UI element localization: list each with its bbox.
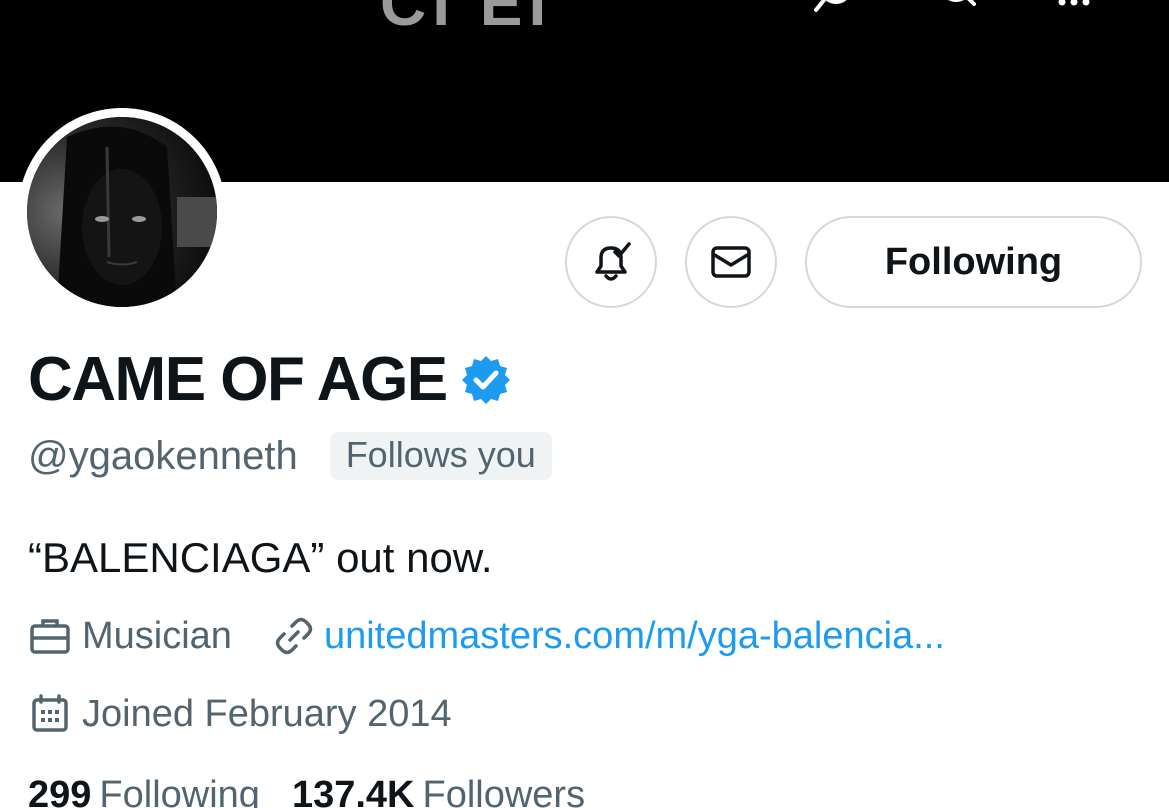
more-button[interactable] (1046, 0, 1102, 26)
search-button[interactable] (924, 0, 980, 26)
notifications-button[interactable] (565, 216, 657, 308)
followers-count: 137.4K (291, 774, 415, 808)
repost-button[interactable] (806, 0, 862, 26)
briefcase-icon (30, 619, 70, 654)
calendar-icon (32, 694, 68, 732)
verified-badge-icon[interactable] (461, 355, 511, 405)
following-count: 299 (28, 774, 92, 808)
website-link[interactable]: unitedmasters.com/m/yga-balencia... (324, 615, 945, 658)
avatar-photo (27, 117, 217, 307)
profile-page: CI EI Following CAME OF AGE @ygaokenneth… (0, 0, 1169, 808)
followers-stat[interactable]: 137.4K Followers (292, 774, 585, 808)
followers-stat-label: Followers (422, 774, 586, 808)
handle: @ygaokenneth (28, 433, 298, 478)
stats-row: 299 Following 137.4K Followers (28, 774, 585, 808)
more-icon (1058, 0, 1090, 6)
following-button[interactable]: Following (805, 216, 1142, 308)
arrow-left-icon (70, 0, 118, 24)
follows-you-badge: Follows you (329, 432, 552, 480)
category-item: Musician (28, 614, 232, 658)
handle-row: @ygaokenneth Follows you (28, 432, 552, 480)
joined-item: Joined February 2014 (28, 692, 452, 736)
following-stat[interactable]: 299 Following (28, 774, 260, 808)
back-button[interactable] (66, 0, 122, 26)
avatar[interactable] (27, 117, 217, 307)
profile-meta-row: Musician unitedmasters.com/m/yga-balenci… (28, 614, 945, 658)
following-stat-label: Following (99, 774, 260, 808)
bio: “BALENCIAGA” out now. (28, 534, 493, 581)
joined-row: Joined February 2014 (28, 692, 452, 736)
banner-text: CI EI (380, 0, 553, 39)
search-icon (948, 0, 976, 6)
name-row: CAME OF AGE (28, 344, 511, 415)
joined-label: Joined February 2014 (82, 692, 452, 735)
website-item[interactable]: unitedmasters.com/m/yga-balencia... (272, 614, 945, 658)
bell-check-icon (595, 242, 631, 281)
repost-search-icon (814, 0, 847, 12)
display-name: CAME OF AGE (28, 345, 448, 414)
message-button[interactable] (685, 216, 777, 308)
envelope-icon (711, 246, 751, 278)
link-icon (275, 617, 313, 655)
category-label: Musician (82, 614, 232, 657)
